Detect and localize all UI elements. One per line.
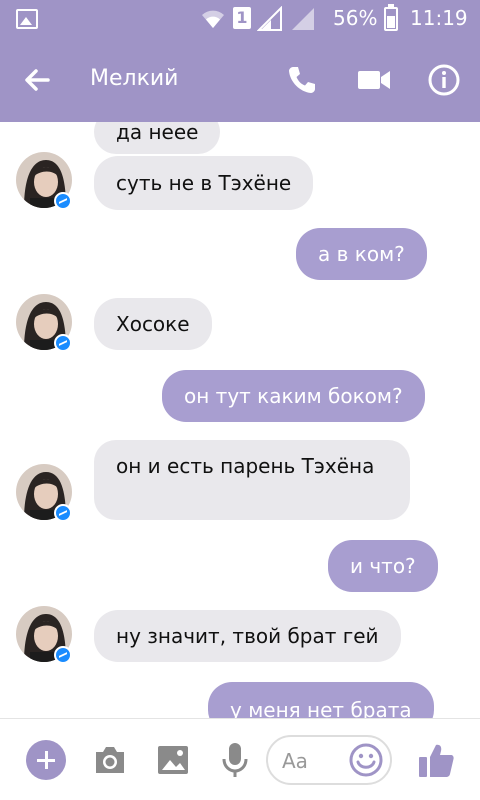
message-text: он тут каким боком? (184, 384, 403, 408)
composer-bar: Aa (0, 718, 480, 800)
phone-icon[interactable] (282, 60, 322, 100)
message-bubble-outgoing[interactable]: у меня нет брата (208, 682, 434, 718)
message-bubble-outgoing[interactable]: а в ком? (296, 228, 427, 280)
photo-icon[interactable] (156, 743, 190, 777)
message-list[interactable]: да нееe суть не в Тэхёне а в ком? Хосоке… (0, 122, 480, 718)
messenger-badge-icon (54, 192, 72, 210)
message-text: ну значит, твой брат гей (116, 624, 379, 648)
message-input-placeholder: Aa (282, 749, 308, 773)
battery-percent: 56% (333, 6, 378, 30)
emoji-icon[interactable] (348, 742, 384, 778)
message-text: Хосоке (116, 312, 190, 336)
plus-icon[interactable] (26, 740, 66, 780)
message-bubble-incoming[interactable]: суть не в Тэхёне (94, 156, 314, 210)
sim-slot-icon: 1 (233, 7, 251, 29)
image-icon (16, 9, 38, 29)
message-bubble-incoming[interactable]: Хосоке (94, 298, 212, 350)
message-text: и что? (350, 554, 416, 578)
message-bubble-incoming[interactable]: ну значит, твой брат гей (94, 610, 401, 662)
contact-name[interactable]: Мелкий (90, 66, 178, 91)
battery-icon (384, 4, 398, 31)
messenger-badge-icon (54, 646, 72, 664)
status-bar: 1 56% 11:19 (0, 0, 480, 38)
message-text: да нееe (116, 122, 199, 144)
like-icon[interactable] (416, 739, 456, 781)
message-text: у меня нет брата (230, 698, 412, 718)
signal-icon (257, 6, 282, 31)
messenger-badge-icon (54, 334, 72, 352)
message-text: а в ком? (318, 242, 405, 266)
conversation-header: Мелкий (0, 38, 480, 122)
clock: 11:19 (410, 6, 468, 30)
message-bubble-incoming[interactable]: он и есть парень Тэхёна (94, 440, 410, 520)
back-arrow-icon[interactable] (18, 60, 58, 100)
wifi-icon (202, 10, 224, 28)
message-text: суть не в Тэхёне (116, 171, 292, 195)
mic-icon[interactable] (220, 741, 250, 779)
message-bubble-outgoing[interactable]: и что? (328, 540, 438, 592)
camera-icon[interactable] (92, 743, 128, 777)
message-bubble-outgoing[interactable]: он тут каким боком? (162, 370, 425, 422)
message-bubble-incoming[interactable]: да нееe (94, 122, 221, 154)
messenger-badge-icon (54, 504, 72, 522)
info-icon[interactable] (424, 60, 464, 100)
message-text: он и есть парень Тэхёна (116, 454, 375, 478)
signal-icon-2 (292, 8, 314, 30)
video-icon[interactable] (354, 60, 394, 100)
